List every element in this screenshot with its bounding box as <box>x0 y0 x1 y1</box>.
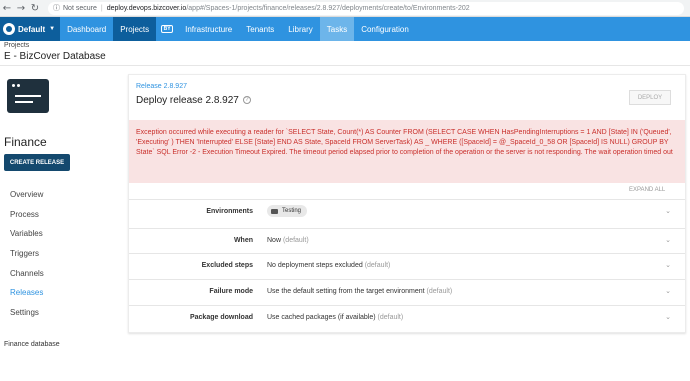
chevron-down-icon[interactable]: ⌄ <box>665 261 671 269</box>
tag-icon: BY <box>161 25 174 33</box>
nav-tasks[interactable]: Tasks <box>319 17 355 41</box>
option-value: Use cached packages (if available) (defa… <box>267 314 404 321</box>
sidebar-item-overview[interactable]: Overview <box>10 189 44 209</box>
breadcrumb[interactable]: Projects <box>4 42 29 49</box>
project-sidebar: Finance CREATE RELEASE Overview Process … <box>0 66 120 381</box>
chevron-down-icon[interactable]: ⌄ <box>665 236 671 244</box>
nav-projects[interactable]: Projects <box>113 17 157 41</box>
nav-configuration[interactable]: Configuration <box>354 17 416 41</box>
option-value: Now (default) <box>267 237 309 244</box>
environment-icon <box>271 208 278 214</box>
option-row-environments[interactable]: Environments Testing ⌄ <box>129 199 685 223</box>
environment-chip: Testing <box>267 205 308 217</box>
chevron-down-icon: ▼ <box>49 26 56 32</box>
app-nav: Default ▼ Dashboard Projects BY Infrastr… <box>0 17 690 41</box>
help-icon[interactable]: ? <box>242 96 251 105</box>
browser-toolbar: ← → ↻ ⓘ Not secure | deploy.devops.bizco… <box>0 0 690 17</box>
space-switcher[interactable]: Default ▼ <box>0 17 61 41</box>
project-logo-icon <box>7 79 49 113</box>
environment-name: Testing <box>282 208 302 214</box>
option-value: Use the default setting from the target … <box>267 288 453 295</box>
deploy-title-text: Deploy release 2.8.927 <box>136 95 239 106</box>
project-name: Finance <box>4 135 47 149</box>
address-separator: | <box>100 4 103 12</box>
nav-tag-icon[interactable]: BY <box>156 17 178 41</box>
option-label: Environments <box>206 208 253 215</box>
chevron-down-icon[interactable]: ⌄ <box>665 287 671 295</box>
sidebar-item-settings[interactable]: Settings <box>10 307 44 327</box>
chevron-down-icon[interactable]: ⌄ <box>665 313 671 321</box>
nav-library[interactable]: Library <box>281 17 319 41</box>
release-link[interactable]: Release 2.8.927 <box>136 83 187 90</box>
sidebar-item-triggers[interactable]: Triggers <box>10 248 44 268</box>
sidebar-item-process[interactable]: Process <box>10 209 44 229</box>
error-message: Exception occurred while executing a rea… <box>129 120 685 183</box>
url-path: /app#/Spaces-1/projects/finance/releases… <box>186 4 470 12</box>
option-label: When <box>233 237 253 244</box>
space-label: Default <box>18 24 46 34</box>
deploy-release-card: Release 2.8.927 Deploy release 2.8.927? … <box>128 74 686 333</box>
address-bar[interactable]: ⓘ Not secure | deploy.devops.bizcover.io… <box>48 1 684 15</box>
project-nav: Overview Process Variables Triggers Chan… <box>10 189 44 327</box>
deploy-button[interactable]: DEPLOY <box>629 90 671 105</box>
expand-all-link[interactable]: EXPAND ALL <box>629 187 665 193</box>
nav-infrastructure[interactable]: Infrastructure <box>178 17 239 41</box>
option-row-package-download[interactable]: Package download Use cached packages (if… <box>129 305 685 329</box>
project-description: Finance database <box>4 341 60 348</box>
sidebar-item-channels[interactable]: Channels <box>10 268 44 288</box>
nav-tenants[interactable]: Tenants <box>239 17 281 41</box>
deploy-title: Deploy release 2.8.927? <box>136 95 251 106</box>
space-logo-icon <box>3 23 15 35</box>
arrow-right-icon[interactable]: → <box>14 1 28 15</box>
info-icon[interactable]: ⓘ <box>53 3 60 13</box>
chevron-down-icon[interactable]: ⌄ <box>665 207 671 215</box>
option-label: Excluded steps <box>201 262 253 269</box>
option-row-excluded-steps[interactable]: Excluded steps No deployment steps exclu… <box>129 253 685 277</box>
option-row-when[interactable]: When Now (default) ⌄ <box>129 228 685 252</box>
nav-dashboard[interactable]: Dashboard <box>60 17 113 41</box>
sidebar-item-variables[interactable]: Variables <box>10 228 44 248</box>
option-row-failure-mode[interactable]: Failure mode Use the default setting fro… <box>129 279 685 303</box>
sidebar-item-releases[interactable]: Releases <box>10 287 44 307</box>
option-label: Failure mode <box>209 288 253 295</box>
create-release-button[interactable]: CREATE RELEASE <box>4 154 70 171</box>
url-host: deploy.devops.bizcover.io <box>106 4 187 12</box>
arrow-left-icon[interactable]: ← <box>0 1 14 15</box>
option-value: No deployment steps excluded (default) <box>267 262 391 269</box>
security-label: Not secure <box>63 4 97 12</box>
page-title: E - BizCover Database <box>4 51 106 62</box>
reload-icon[interactable]: ↻ <box>28 1 42 15</box>
option-label: Package download <box>189 314 253 321</box>
